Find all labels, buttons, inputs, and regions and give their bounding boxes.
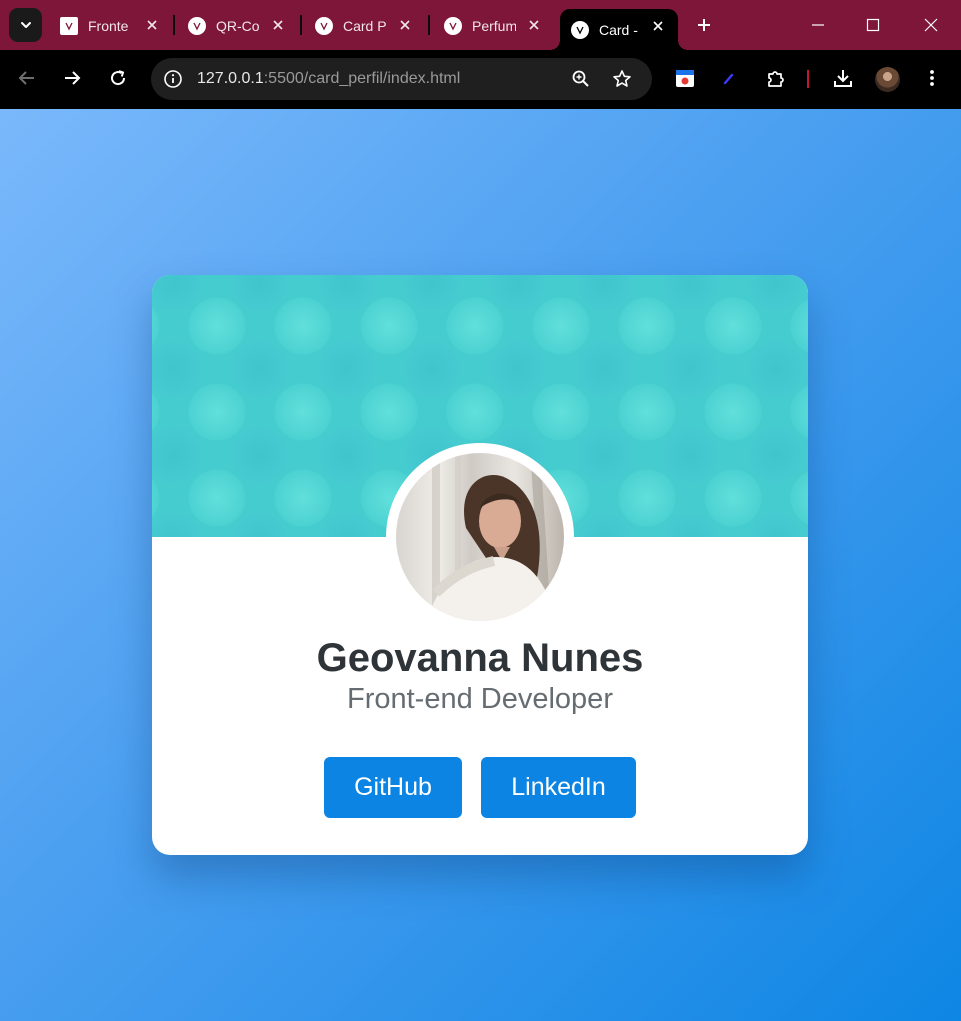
close-icon[interactable]	[270, 17, 286, 33]
back-button[interactable]	[15, 66, 39, 90]
tab-5-active[interactable]: Card -	[550, 9, 688, 50]
profile-photo-illustration	[426, 453, 556, 621]
more-vert-icon	[930, 70, 934, 86]
tab-search-button[interactable]	[9, 8, 42, 42]
url-host: 127.0.0.1	[197, 70, 264, 87]
favicon-icon	[188, 16, 206, 35]
tab-1[interactable]: Fronte	[60, 9, 160, 42]
close-icon[interactable]	[397, 17, 413, 33]
profile-name: Geovanna Nunes	[316, 636, 644, 680]
close-icon	[924, 18, 938, 32]
chevron-down-icon	[20, 22, 31, 28]
forward-button[interactable]	[60, 66, 84, 90]
reload-icon	[111, 70, 126, 86]
url-text[interactable]: 127.0.0.1:5500/card_perfil/index.html	[197, 70, 460, 88]
extension-pen-button[interactable]	[717, 66, 741, 90]
url-path: :5500/card_perfil/index.html	[263, 70, 461, 87]
arrow-left-icon	[18, 71, 34, 85]
tab-separator	[173, 15, 175, 35]
reload-button[interactable]	[106, 66, 130, 90]
tab-4[interactable]: Perfum	[444, 9, 542, 42]
download-icon	[834, 70, 852, 87]
maximize-icon	[866, 18, 880, 32]
arrow-right-icon	[65, 71, 81, 85]
toolbar-divider	[807, 70, 809, 88]
close-icon[interactable]	[650, 18, 666, 34]
puzzle-icon	[768, 71, 784, 87]
profile-photo-ring	[386, 443, 574, 631]
tab-title: Fronte	[88, 17, 129, 34]
github-button[interactable]: GitHub	[324, 757, 462, 818]
close-icon[interactable]	[144, 17, 160, 33]
menu-button[interactable]	[920, 66, 944, 90]
tab-title: QR-Co	[216, 17, 260, 34]
linkedin-button[interactable]: LinkedIn	[481, 757, 636, 818]
maximize-button[interactable]	[861, 13, 885, 37]
new-tab-button[interactable]	[692, 13, 716, 37]
minimize-icon	[812, 24, 824, 26]
address-bar[interactable]: 127.0.0.1:5500/card_perfil/index.html	[151, 58, 652, 100]
favicon-icon	[60, 16, 78, 35]
profile-card: Geovanna Nunes Front-end Developer GitHu…	[152, 275, 808, 855]
zoom-icon[interactable]	[571, 69, 591, 89]
tab-2[interactable]: QR-Co	[188, 9, 286, 42]
tab-separator	[300, 15, 302, 35]
favicon-icon	[571, 20, 589, 39]
extensions-button[interactable]	[764, 66, 788, 90]
bookmark-star-icon[interactable]	[612, 69, 632, 89]
plus-icon	[698, 19, 710, 31]
favicon-icon	[444, 16, 462, 35]
favicon-icon	[315, 16, 333, 35]
downloads-button[interactable]	[831, 66, 855, 90]
pen-extension-icon	[723, 73, 734, 85]
tab-title: Card -	[599, 21, 638, 38]
profile-avatar[interactable]	[875, 67, 900, 92]
tab-3[interactable]: Card P	[315, 9, 413, 42]
page-viewport: Geovanna Nunes Front-end Developer GitHu…	[0, 109, 961, 1021]
close-icon[interactable]	[526, 17, 542, 33]
tab-title: Card P	[343, 17, 387, 34]
browser-toolbar: 127.0.0.1:5500/card_perfil/index.html	[0, 50, 961, 109]
calendar-extension-icon	[676, 70, 694, 87]
tab-strip: Fronte QR-Co Card P Perfum Card -	[0, 0, 961, 50]
profile-role: Front-end Developer	[347, 683, 613, 715]
tab-separator	[428, 15, 430, 35]
minimize-button[interactable]	[806, 13, 830, 37]
tab-title: Perfum	[472, 17, 516, 34]
extension-calendar-button[interactable]	[673, 66, 697, 90]
close-window-button[interactable]	[919, 13, 943, 37]
profile-photo	[396, 453, 564, 621]
info-icon	[164, 70, 182, 88]
